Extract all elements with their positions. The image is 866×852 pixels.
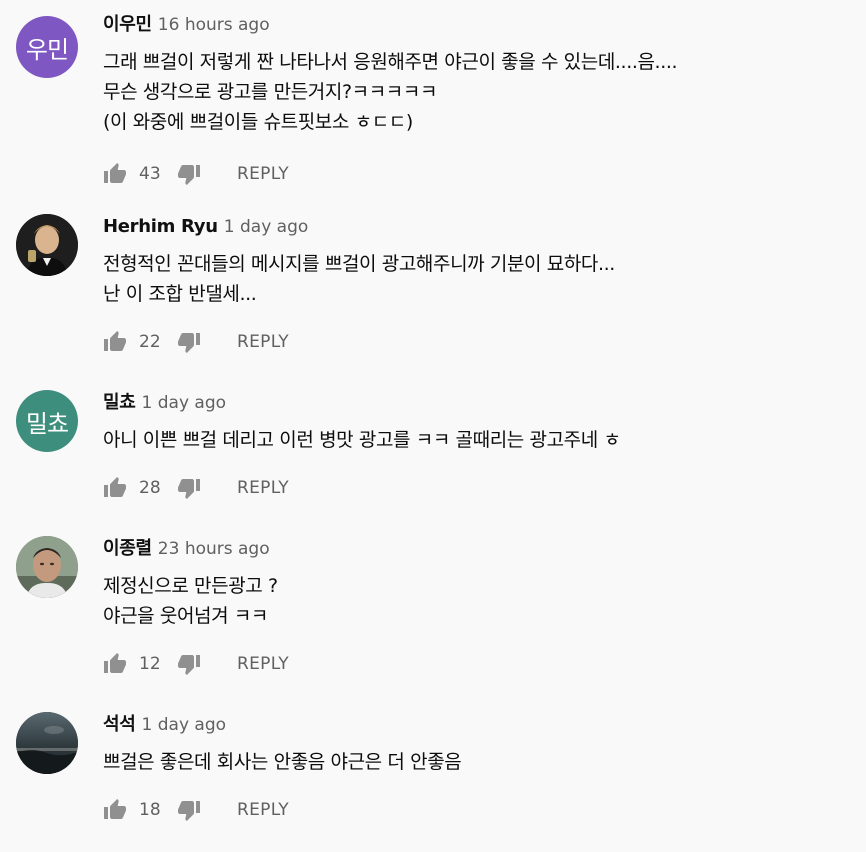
comment-line: 야근을 웃어넘겨 ㅋㅋ bbox=[103, 605, 268, 627]
comment-text: 쁘걸은 좋은데 회사는 안좋음 야근은 더 안좋음 bbox=[103, 747, 856, 777]
comment-timestamp[interactable]: 1 day ago bbox=[224, 217, 309, 237]
comment-timestamp[interactable]: 16 hours ago bbox=[158, 15, 270, 35]
avatar-photo bbox=[16, 712, 78, 774]
comment-actions: 18 REPLY bbox=[103, 795, 289, 825]
comment-line: 전형적인 꼰대들의 메시지를 쁘걸이 광고해주니까 기분이 묘하다... bbox=[103, 253, 615, 275]
comment-line: 쁘걸은 좋은데 회사는 안좋음 야근은 더 안좋음 bbox=[103, 751, 462, 773]
comment-actions: 43 REPLY bbox=[103, 159, 289, 189]
comment-text: 전형적인 꼰대들의 메시지를 쁘걸이 광고해주니까 기분이 묘하다... 난 이… bbox=[103, 249, 856, 309]
comment-text: 제정신으로 만든광고 ? 야근을 웃어넘겨 ㅋㅋ bbox=[103, 571, 856, 631]
comment-timestamp[interactable]: 23 hours ago bbox=[158, 539, 270, 559]
like-count: 28 bbox=[139, 478, 161, 498]
avatar-initials: 밀쵸 bbox=[25, 409, 69, 438]
thumbs-up-icon[interactable] bbox=[103, 476, 127, 500]
comment-line: 난 이 조합 반댈세... bbox=[103, 283, 257, 305]
comment-line: (이 와중에 쁘걸이들 슈트핏보소 ㅎㄷㄷ) bbox=[103, 111, 413, 133]
avatar-photo bbox=[16, 214, 78, 276]
thumbs-up-icon[interactable] bbox=[103, 652, 127, 676]
comment-text: 아니 이쁜 쁘걸 데리고 이런 병맛 광고를 ㅋㅋ 골때리는 광고주네 ㅎ bbox=[103, 425, 856, 455]
reply-button[interactable]: REPLY bbox=[237, 654, 289, 674]
comment-line: 제정신으로 만든광고 ? bbox=[103, 575, 278, 597]
comment-author[interactable]: 이종렬 bbox=[103, 538, 152, 559]
comment-line: 무슨 생각으로 광고를 만든거지?ㅋㅋㅋㅋㅋ bbox=[103, 81, 438, 103]
comment-line: 그래 쁘걸이 저렇게 짠 나타나서 응원해주면 야근이 좋을 수 있는데....… bbox=[103, 51, 678, 73]
reply-button[interactable]: REPLY bbox=[237, 478, 289, 498]
thumbs-down-icon[interactable] bbox=[177, 652, 201, 676]
comment-line: 아니 이쁜 쁘걸 데리고 이런 병맛 광고를 ㅋㅋ 골때리는 광고주네 ㅎ bbox=[103, 429, 621, 451]
like-count: 43 bbox=[139, 164, 161, 184]
comment-timestamp[interactable]: 1 day ago bbox=[142, 393, 227, 413]
like-count: 12 bbox=[139, 654, 161, 674]
comment-actions: 22 REPLY bbox=[103, 327, 289, 357]
comment-timestamp[interactable]: 1 day ago bbox=[142, 715, 227, 735]
avatar[interactable] bbox=[16, 536, 78, 598]
thumbs-down-icon[interactable] bbox=[177, 330, 201, 354]
comment-author[interactable]: 석석 bbox=[103, 714, 136, 735]
like-count: 18 bbox=[139, 800, 161, 820]
avatar[interactable] bbox=[16, 214, 78, 276]
thumbs-down-icon[interactable] bbox=[177, 162, 201, 186]
thumbs-up-icon[interactable] bbox=[103, 330, 127, 354]
comment-text: 그래 쁘걸이 저렇게 짠 나타나서 응원해주면 야근이 좋을 수 있는데....… bbox=[103, 47, 856, 137]
comment-author[interactable]: Herhim Ryu bbox=[103, 216, 218, 237]
avatar[interactable]: 우민 bbox=[16, 16, 78, 78]
thumbs-up-icon[interactable] bbox=[103, 798, 127, 822]
comment-author[interactable]: 밀쵸 bbox=[103, 392, 136, 413]
thumbs-down-icon[interactable] bbox=[177, 476, 201, 500]
reply-button[interactable]: REPLY bbox=[237, 800, 289, 820]
comment-actions: 28 REPLY bbox=[103, 473, 289, 503]
thumbs-down-icon[interactable] bbox=[177, 798, 201, 822]
avatar-initials: 우민 bbox=[25, 35, 69, 64]
avatar[interactable]: 밀쵸 bbox=[16, 390, 78, 452]
thumbs-up-icon[interactable] bbox=[103, 162, 127, 186]
reply-button[interactable]: REPLY bbox=[237, 164, 289, 184]
comment-actions: 12 REPLY bbox=[103, 649, 289, 679]
reply-button[interactable]: REPLY bbox=[237, 332, 289, 352]
like-count: 22 bbox=[139, 332, 161, 352]
avatar[interactable] bbox=[16, 712, 78, 774]
comment-author[interactable]: 이우민 bbox=[103, 14, 152, 35]
avatar-photo bbox=[16, 536, 78, 598]
